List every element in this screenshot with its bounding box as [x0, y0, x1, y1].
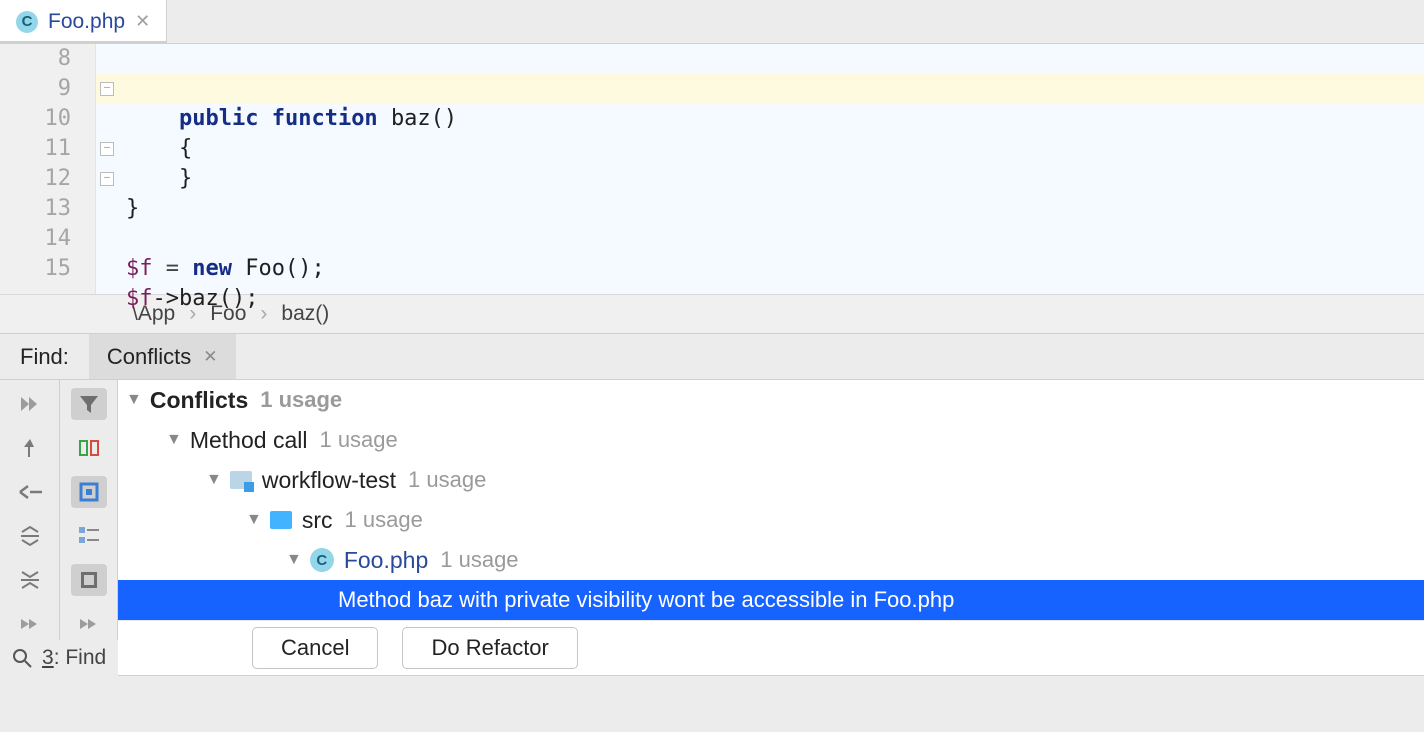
do-refactor-button[interactable]: Do Refactor: [402, 627, 577, 669]
filter-icon[interactable]: [71, 388, 107, 420]
keyword: public: [179, 106, 258, 131]
fold-marker-icon[interactable]: –: [100, 82, 114, 96]
find-panel: ▼ Conflicts 1 usage ▼ Method call 1 usag…: [0, 380, 1424, 640]
more-icon[interactable]: [71, 608, 107, 640]
tree-node-root[interactable]: ▼ Conflicts 1 usage: [118, 380, 1424, 420]
chevron-down-icon[interactable]: ▼: [126, 391, 142, 409]
line-number: 8: [0, 44, 71, 74]
brace: }: [126, 196, 139, 221]
line-number: 14: [0, 224, 71, 254]
chevron-down-icon[interactable]: ▼: [246, 511, 262, 529]
tool-column-left: [0, 380, 60, 640]
refactor-actions: Cancel Do Refactor: [118, 620, 1424, 676]
call: Foo();: [245, 256, 324, 281]
conflict-message: Method baz with private visibility wont …: [338, 587, 954, 613]
back-icon[interactable]: [12, 476, 48, 508]
autoscroll-icon[interactable]: [71, 476, 107, 508]
variable: $f: [126, 256, 153, 281]
operator: =: [166, 256, 179, 281]
tree-node-src[interactable]: ▼ src 1 usage: [118, 500, 1424, 540]
preview-icon[interactable]: [71, 564, 107, 596]
tree-node-method-call[interactable]: ▼ Method call 1 usage: [118, 420, 1424, 460]
find-tab-label: Conflicts: [107, 344, 191, 370]
usage-count: 1 usage: [440, 547, 518, 573]
variable: $f: [126, 286, 153, 311]
editor-tabs: C Foo.php ✕: [0, 0, 1424, 44]
line-number: 13: [0, 194, 71, 224]
tree-label: Conflicts: [150, 387, 248, 414]
brace: }: [179, 166, 192, 191]
line-number: 11: [0, 134, 71, 164]
expand-all-icon[interactable]: [12, 520, 48, 552]
find-label: Find:: [0, 344, 89, 370]
search-icon: [12, 648, 32, 668]
tree-label: workflow-test: [262, 467, 396, 494]
keyword: function: [272, 106, 378, 131]
keyword: new: [192, 256, 232, 281]
tree-node-file[interactable]: ▼ C Foo.php 1 usage: [118, 540, 1424, 580]
conflicts-tree[interactable]: ▼ Conflicts 1 usage ▼ Method call 1 usag…: [118, 380, 1424, 640]
line-number: 9: [0, 74, 71, 104]
file-tab-foo-php[interactable]: C Foo.php ✕: [0, 0, 167, 43]
usage-count: 1 usage: [260, 387, 342, 413]
chevron-down-icon[interactable]: ▼: [166, 431, 182, 449]
fold-marker-icon[interactable]: –: [100, 142, 114, 156]
tree-label: src: [302, 507, 333, 534]
fold-marker-icon[interactable]: –: [100, 172, 114, 186]
code-editor[interactable]: 8 9 10 11 12 13 14 15 – – – public funct…: [0, 44, 1424, 294]
find-tab-conflicts[interactable]: Conflicts ✕: [89, 334, 236, 379]
diff-icon[interactable]: [71, 432, 107, 464]
module-folder-icon: [230, 471, 252, 489]
chevron-down-icon[interactable]: ▼: [286, 551, 302, 569]
usage-count: 1 usage: [408, 467, 486, 493]
usage-count: 1 usage: [319, 427, 397, 453]
php-class-icon: C: [310, 548, 334, 572]
close-icon[interactable]: ✕: [135, 11, 150, 32]
line-number: 12: [0, 164, 71, 194]
cancel-button[interactable]: Cancel: [252, 627, 378, 669]
folder-icon: [270, 511, 292, 529]
line-gutter: 8 9 10 11 12 13 14 15: [0, 44, 96, 294]
group-by-icon[interactable]: [71, 520, 107, 552]
call: ->baz();: [153, 286, 259, 311]
close-icon[interactable]: ✕: [203, 347, 217, 367]
tree-node-project[interactable]: ▼ workflow-test 1 usage: [118, 460, 1424, 500]
line-number: 15: [0, 254, 71, 284]
function-name: baz(): [391, 106, 457, 131]
tree-label: Method call: [190, 427, 308, 454]
collapse-all-icon[interactable]: [12, 564, 48, 596]
file-tab-label: Foo.php: [48, 10, 125, 34]
find-panel-header: Find: Conflicts ✕: [0, 334, 1424, 380]
current-line-highlight: [0, 74, 1424, 104]
more-icon[interactable]: [12, 608, 48, 640]
fold-gutter: – – –: [100, 44, 116, 294]
breadcrumb-segment[interactable]: baz(): [281, 302, 329, 326]
brace: {: [179, 136, 192, 161]
tree-node-conflict-selected[interactable]: Method baz with private visibility wont …: [118, 580, 1424, 620]
mnemonic: 3: [42, 646, 54, 669]
tool-column-right: [60, 380, 118, 640]
usage-count: 1 usage: [345, 507, 423, 533]
status-label: : Find: [54, 646, 107, 669]
chevron-down-icon[interactable]: ▼: [206, 471, 222, 489]
php-class-icon: C: [16, 11, 38, 33]
status-find[interactable]: 3: Find: [12, 646, 106, 670]
chevron-right-icon: ›: [260, 302, 267, 326]
tree-label: Foo.php: [344, 547, 428, 574]
line-number: 10: [0, 104, 71, 134]
rerun-icon[interactable]: [12, 388, 48, 420]
pin-icon[interactable]: [12, 432, 48, 464]
